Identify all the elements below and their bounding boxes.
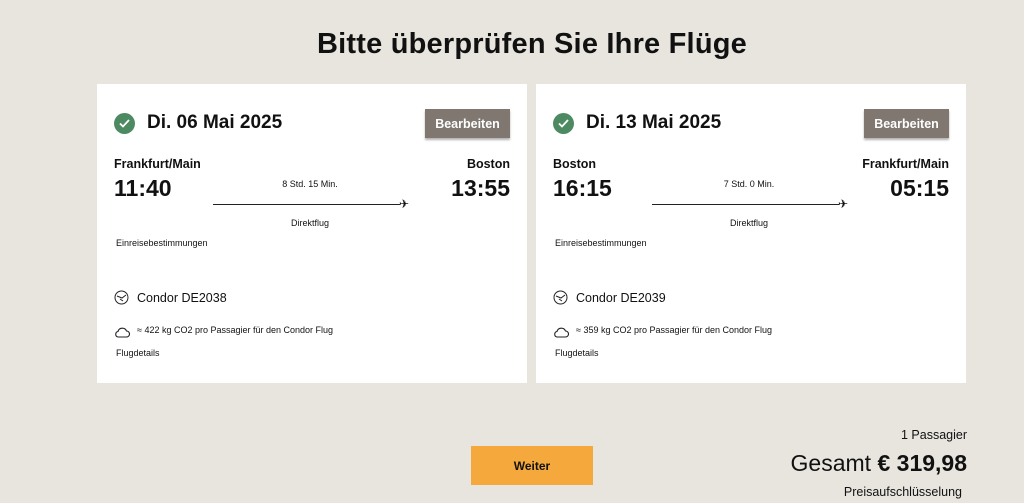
edit-button[interactable]: Bearbeiten [864,109,949,138]
check-circle-icon [114,113,135,134]
flight-card-return: Di. 13 Mai 2025 Bearbeiten Boston Frankf… [536,84,966,383]
continue-button[interactable]: Weiter [471,446,593,485]
airline-flight-number: Condor DE2039 [576,291,666,305]
total-price: Gesamt € 319,98 [791,450,967,477]
flight-date: Di. 13 Mai 2025 [586,112,722,133]
departure-city: Boston [553,157,597,171]
flight-card-outbound: Di. 06 Mai 2025 Bearbeiten Frankfurt/Mai… [97,84,527,383]
passenger-count: 1 Passagier [900,428,967,442]
co2-info: ≈ 359 kg CO2 pro Passagier für den Condo… [576,325,773,335]
airplane-icon: ✈ [399,197,410,211]
flight-type: Direktflug [729,218,768,228]
flight-type: Direktflug [290,218,329,228]
airline-flight-number: Condor DE2038 [137,291,227,305]
departure-time: 11:40 [114,175,172,201]
total-amount: € 319,98 [877,450,967,476]
arrival-city: Frankfurt/Main [862,157,949,171]
route-line [213,204,400,205]
route-line [652,204,839,205]
cloud-icon [114,325,130,343]
flight-date: Di. 06 Mai 2025 [147,112,283,133]
entry-requirements-link[interactable]: Einreisebestimmungen [555,238,647,248]
condor-logo-icon [114,290,129,310]
co2-info: ≈ 422 kg CO2 pro Passagier für den Condo… [137,325,334,335]
arrival-time: 05:15 [890,175,949,201]
departure-city: Frankfurt/Main [114,157,201,171]
flight-details-link[interactable]: Flugdetails [555,348,599,358]
flight-duration: 8 Std. 15 Min. [282,179,338,189]
flight-details-link[interactable]: Flugdetails [116,348,160,358]
cloud-icon [553,325,569,343]
total-label: Gesamt [790,450,872,476]
condor-logo-icon [553,290,568,310]
departure-time: 16:15 [553,175,612,201]
edit-button[interactable]: Bearbeiten [425,109,510,138]
flight-duration: 7 Std. 0 Min. [723,179,775,189]
page-title: Bitte überprüfen Sie Ihre Flüge [317,28,747,60]
arrival-city: Boston [466,157,510,171]
arrival-time: 13:55 [451,175,510,201]
price-breakdown-link[interactable]: Preisaufschlüsselung [844,485,962,499]
check-circle-icon [553,113,574,134]
airplane-icon: ✈ [838,197,849,211]
entry-requirements-link[interactable]: Einreisebestimmungen [116,238,208,248]
